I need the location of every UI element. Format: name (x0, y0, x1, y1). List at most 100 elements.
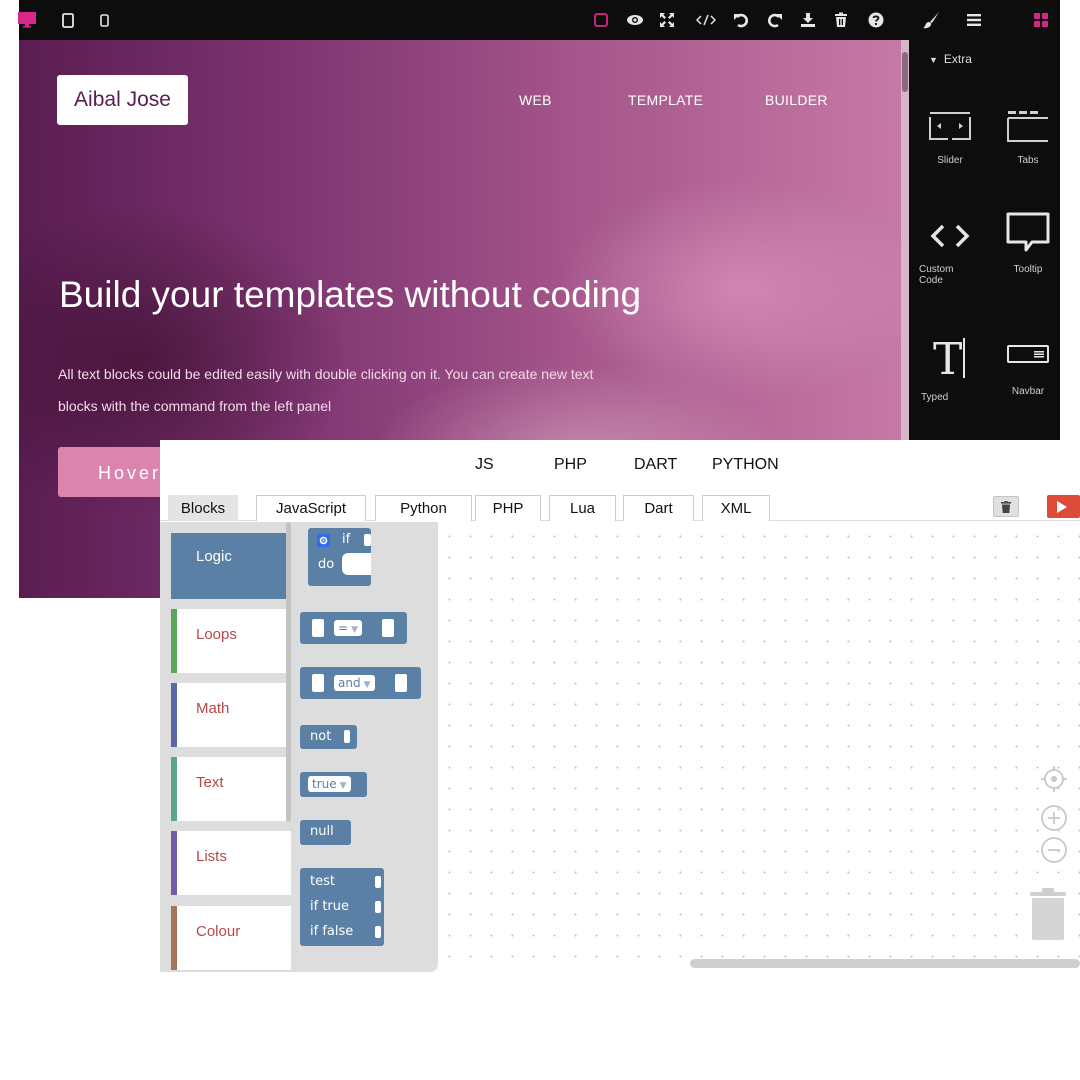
hero-description[interactable]: All text blocks could be edited easily w… (58, 358, 698, 422)
nav-link-web[interactable]: WEB (519, 92, 552, 108)
input-socket (395, 674, 407, 692)
tab-javascript[interactable]: JavaScript (256, 495, 366, 521)
block-tooltip[interactable]: Tooltip (993, 212, 1063, 275)
category-math[interactable]: Math (171, 683, 291, 747)
operator-value: and (338, 676, 361, 690)
play-icon (1057, 500, 1067, 513)
block-navbar[interactable]: Navbar (993, 344, 1063, 397)
block-logic-boolean[interactable]: true ▼ (300, 772, 367, 797)
gear-icon (317, 534, 330, 547)
editor-toolbar (17, 0, 1060, 40)
block-logic-null[interactable]: null (300, 820, 351, 845)
desktop-icon[interactable] (17, 10, 37, 30)
hero-description-line: All text blocks could be edited easily w… (58, 366, 594, 382)
code-icon[interactable] (696, 10, 716, 30)
undo-icon[interactable] (731, 10, 751, 30)
toolbox-scrollbar[interactable] (286, 522, 291, 822)
block-logic-operation[interactable]: and ▼ (300, 667, 421, 699)
nav-link-builder[interactable]: BUILDER (765, 92, 828, 108)
zoom-out-icon[interactable] (1040, 836, 1068, 869)
zoom-in-icon[interactable] (1040, 804, 1068, 837)
block-label: if true (310, 899, 349, 914)
category-text[interactable]: Text (171, 757, 291, 821)
trash-icon (1001, 500, 1011, 513)
sw-visibility-icon[interactable] (591, 10, 611, 30)
hero-title[interactable]: Build your templates without coding (59, 274, 641, 316)
mobile-icon[interactable] (94, 10, 114, 30)
tab-lua[interactable]: Lua (549, 495, 616, 521)
slider-icon (929, 112, 971, 140)
input-socket (344, 730, 350, 743)
input-socket (375, 901, 381, 913)
custom-code-icon (930, 224, 970, 248)
page: Aibal Jose WEB TEMPLATE BUILDER Build yo… (0, 0, 1080, 1080)
category-colour[interactable]: Colour (171, 906, 291, 970)
delete-icon[interactable] (831, 10, 851, 30)
category-label: Text (196, 774, 224, 791)
lang-link-js[interactable]: JS (475, 456, 494, 474)
blockly-window: JS PHP DART PYTHON Blocks JavaScript Pyt… (160, 440, 1080, 972)
input-socket (312, 619, 324, 637)
download-icon[interactable] (798, 10, 818, 30)
trash-button[interactable] (993, 496, 1019, 517)
input-socket (375, 876, 381, 888)
category-color-bar (171, 757, 177, 821)
category-loops[interactable]: Loops (171, 609, 291, 673)
redo-icon[interactable] (765, 10, 785, 30)
block-label: do (318, 557, 335, 572)
tab-xml[interactable]: XML (702, 495, 770, 521)
preview-icon[interactable] (625, 10, 645, 30)
fullscreen-icon[interactable] (657, 10, 677, 30)
tab-python[interactable]: Python (375, 495, 472, 521)
block-logic-compare[interactable]: = ▼ (300, 612, 407, 644)
block-slider[interactable]: Slider (915, 112, 985, 166)
block-label: Tabs (1017, 155, 1039, 166)
tabs-icon (1007, 111, 1048, 142)
logic-operator-dropdown[interactable]: and ▼ (334, 675, 375, 691)
svg-text:T: T (933, 334, 962, 380)
run-button[interactable] (1047, 495, 1080, 518)
block-label: Typed (921, 392, 949, 403)
tab-blocks[interactable]: Blocks (168, 495, 238, 521)
block-typed[interactable]: T Typed (915, 334, 985, 403)
lang-link-python[interactable]: PYTHON (712, 456, 779, 474)
category-color-bar (171, 683, 177, 747)
recenter-icon[interactable] (1040, 765, 1068, 798)
tablet-icon[interactable] (58, 10, 78, 30)
block-custom-code[interactable]: Custom Code (915, 222, 985, 286)
help-icon[interactable] (866, 10, 886, 30)
category-color-bar (171, 906, 177, 970)
operator-dropdown[interactable]: = ▼ (334, 620, 362, 636)
category-label: Logic (196, 548, 232, 565)
dropdown-arrow-icon: ▼ (339, 781, 347, 791)
category-label: Loops (196, 626, 237, 643)
category-logic[interactable]: Logic (171, 533, 291, 599)
block-label: if (342, 532, 351, 547)
lang-link-dart[interactable]: DART (634, 456, 677, 474)
block-label: not (310, 729, 332, 744)
dropdown-arrow-icon: ▼ (363, 680, 371, 690)
canvas-scroll-thumb[interactable] (902, 52, 908, 92)
nav-link-template[interactable]: TEMPLATE (628, 92, 703, 108)
workspace-trash-icon[interactable] (1028, 886, 1068, 947)
boolean-dropdown[interactable]: true ▼ (308, 776, 351, 792)
block-category-extra[interactable]: ▼ Extra (929, 52, 972, 66)
block-controls-if[interactable]: if do (308, 528, 371, 586)
tab-php[interactable]: PHP (475, 495, 541, 521)
workspace-scrollbar[interactable] (690, 959, 1080, 968)
brand-logo[interactable]: Aibal Jose (57, 75, 188, 125)
style-manager-icon[interactable] (921, 10, 941, 30)
dropdown-arrow-icon: ▼ (351, 625, 358, 635)
tooltip-icon (1006, 212, 1050, 252)
layer-manager-icon[interactable] (964, 10, 984, 30)
block-label: null (310, 824, 334, 839)
category-lists[interactable]: Lists (171, 831, 291, 895)
tab-dart[interactable]: Dart (623, 495, 694, 521)
lang-link-php[interactable]: PHP (554, 456, 587, 474)
blocks-icon[interactable] (1031, 10, 1051, 30)
block-tabs[interactable]: Tabs (993, 110, 1063, 166)
block-logic-ternary[interactable]: test if true if false (300, 868, 384, 946)
navbar-icon (1007, 345, 1049, 363)
block-logic-negate[interactable]: not (300, 725, 357, 749)
code-tabs: Blocks JavaScript Python PHP Lua Dart XM… (160, 495, 1080, 521)
